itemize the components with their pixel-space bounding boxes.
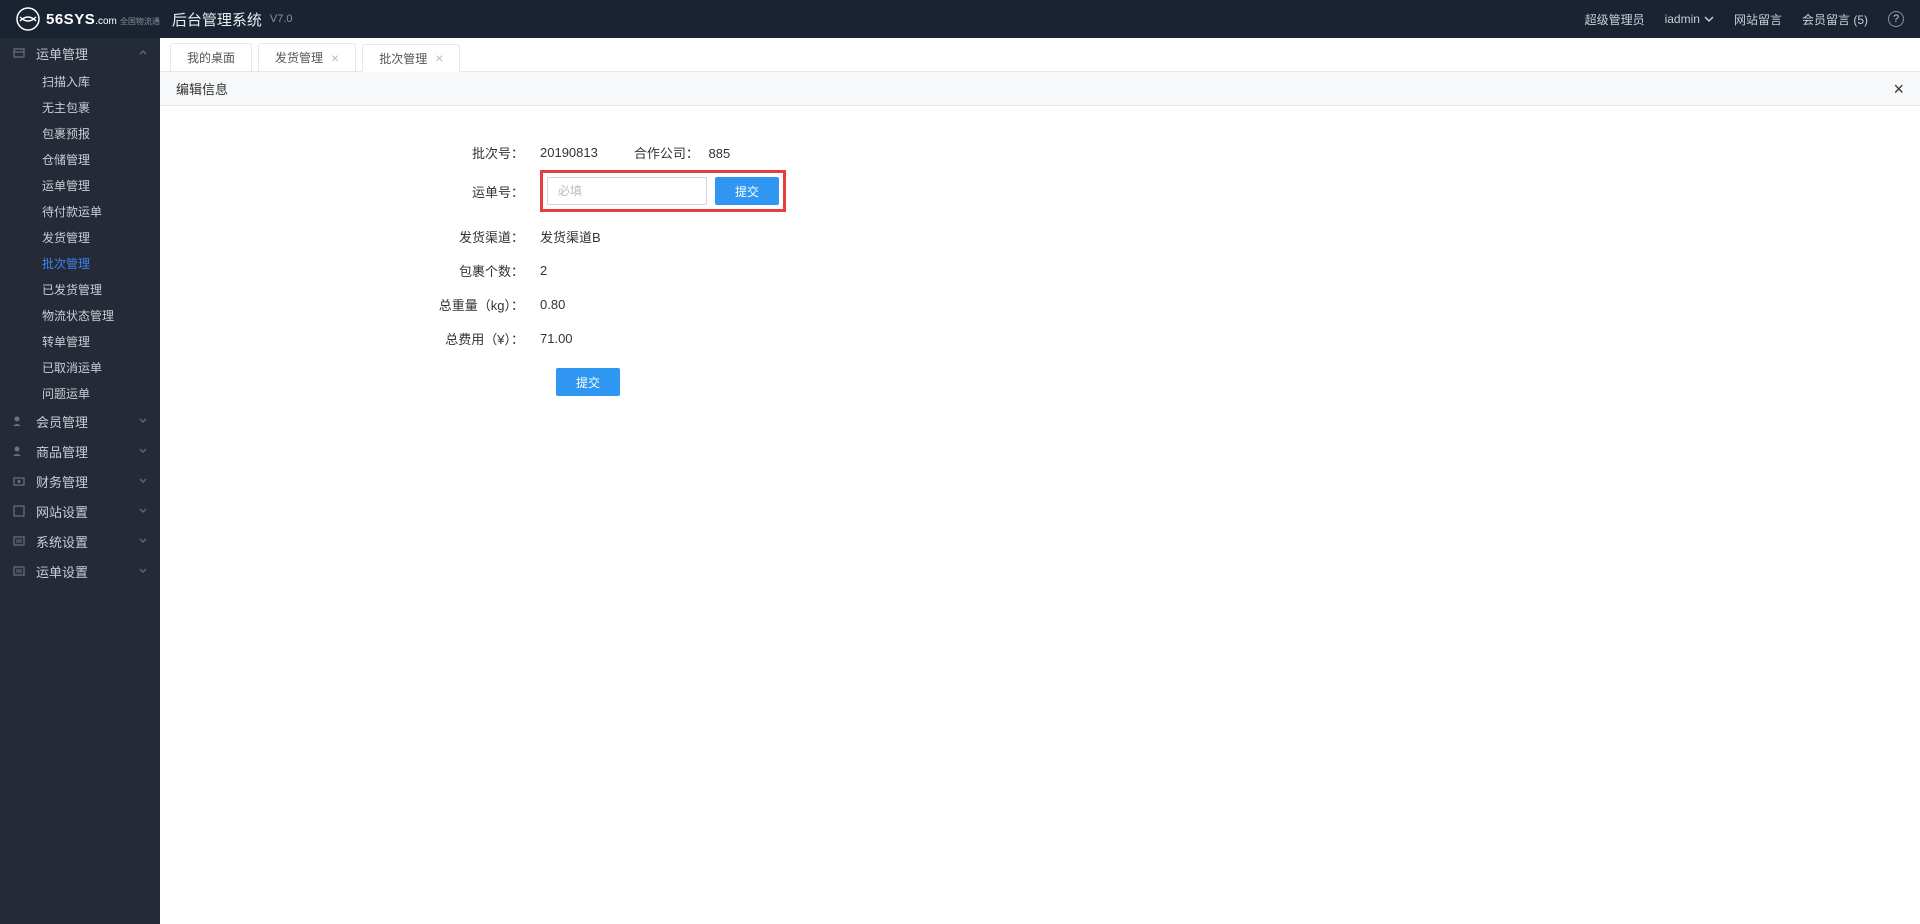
sidebar-item-10[interactable]: 转单管理	[0, 328, 160, 354]
sidebar-item-12[interactable]: 问题运单	[0, 380, 160, 406]
menu-group-4[interactable]: 网站设置	[0, 496, 160, 526]
sidebar-item-7[interactable]: 批次管理	[0, 250, 160, 276]
menu-icon	[12, 534, 26, 548]
submit-button[interactable]: 提交	[556, 368, 620, 396]
tab-label: 批次管理	[379, 50, 427, 67]
chevron-down-icon	[138, 506, 148, 516]
sidebar-item-4[interactable]: 运单管理	[0, 172, 160, 198]
channel-value: 发货渠道B	[540, 227, 1880, 246]
chevron-down-icon	[1704, 14, 1714, 24]
system-title: 后台管理系统	[172, 9, 262, 30]
sidebar-item-8[interactable]: 已发货管理	[0, 276, 160, 302]
menu-icon	[12, 414, 26, 428]
partner-label: 合作公司：	[634, 146, 699, 161]
pkg-count-value: 2	[540, 263, 1880, 278]
tabs: 我的桌面 发货管理 × 批次管理 ×	[160, 38, 1920, 72]
main: 我的桌面 发货管理 × 批次管理 × 编辑信息 × 批次号： 20190813 合作公司…	[160, 38, 1920, 924]
batch-no-label: 批次号：	[200, 143, 540, 162]
menu-group-6[interactable]: 运单设置	[0, 556, 160, 586]
waybill-submit-button[interactable]: 提交	[715, 177, 779, 205]
close-icon[interactable]: ×	[435, 51, 443, 65]
chevron-up-icon	[138, 48, 148, 58]
waybill-label: 运单号：	[200, 182, 540, 201]
channel-label: 发货渠道：	[200, 227, 540, 246]
form-content: 批次号： 20190813 合作公司： 885 运单号：	[160, 106, 1920, 924]
sidebar-item-2[interactable]: 包裹预报	[0, 120, 160, 146]
header-user[interactable]: iadmin	[1665, 12, 1714, 26]
sidebar-item-5[interactable]: 待付款运单	[0, 198, 160, 224]
weight-label: 总重量（kg）：	[200, 295, 540, 314]
close-icon[interactable]: ×	[331, 51, 339, 65]
version: V7.0	[270, 13, 293, 25]
waybill-input[interactable]	[547, 177, 707, 205]
menu-icon	[12, 564, 26, 578]
menu-icon	[12, 46, 26, 60]
header-site-msg[interactable]: 网站留言	[1734, 11, 1782, 28]
sidebar-item-3[interactable]: 仓储管理	[0, 146, 160, 172]
batch-no-value: 20190813	[540, 145, 598, 160]
menu-group-label: 系统设置	[36, 532, 138, 551]
chevron-down-icon	[138, 536, 148, 546]
tab-2[interactable]: 批次管理 ×	[362, 44, 460, 72]
tab-label: 发货管理	[275, 49, 323, 66]
menu-group-5[interactable]: 系统设置	[0, 526, 160, 556]
header-member-msg[interactable]: 会员留言 (5)	[1802, 11, 1868, 28]
menu-group-3[interactable]: 财务管理	[0, 466, 160, 496]
menu-group-0[interactable]: 运单管理	[0, 38, 160, 68]
chevron-down-icon	[138, 416, 148, 426]
logo-icon	[16, 7, 40, 31]
pkg-count-label: 包裹个数：	[200, 261, 540, 280]
panel-header: 编辑信息 ×	[160, 72, 1920, 106]
menu-icon	[12, 444, 26, 458]
menu-group-label: 运单设置	[36, 562, 138, 581]
tab-1[interactable]: 发货管理 ×	[258, 43, 356, 71]
waybill-highlight: 提交	[540, 170, 786, 212]
menu-group-label: 商品管理	[36, 442, 138, 461]
tab-0[interactable]: 我的桌面	[170, 43, 252, 71]
help-icon[interactable]: ?	[1888, 11, 1904, 27]
menu-icon	[12, 504, 26, 518]
header-role: 超级管理员	[1585, 11, 1645, 28]
sidebar-item-6[interactable]: 发货管理	[0, 224, 160, 250]
sidebar-item-0[interactable]: 扫描入库	[0, 68, 160, 94]
chevron-down-icon	[138, 476, 148, 486]
panel-title: 编辑信息	[176, 79, 228, 98]
chevron-down-icon	[138, 566, 148, 576]
logo-text: 56SYS	[46, 11, 95, 28]
sidebar-item-11[interactable]: 已取消运单	[0, 354, 160, 380]
fee-label: 总费用（¥）：	[200, 329, 540, 348]
menu-group-label: 网站设置	[36, 502, 138, 521]
menu-group-2[interactable]: 商品管理	[0, 436, 160, 466]
fee-value: 71.00	[540, 331, 1880, 346]
menu-group-label: 财务管理	[36, 472, 138, 491]
chevron-down-icon	[138, 446, 148, 456]
tab-label: 我的桌面	[187, 49, 235, 66]
weight-value: 0.80	[540, 297, 1880, 312]
menu-group-1[interactable]: 会员管理	[0, 406, 160, 436]
sidebar-item-9[interactable]: 物流状态管理	[0, 302, 160, 328]
app-header: 56SYS.com 全国物流通 后台管理系统 V7.0 超级管理员 iadmin…	[0, 0, 1920, 38]
sidebar: 运单管理扫描入库无主包裹包裹预报仓储管理运单管理待付款运单发货管理批次管理已发货…	[0, 38, 160, 924]
close-icon[interactable]: ×	[1893, 80, 1904, 98]
partner-value: 885	[708, 146, 730, 161]
menu-icon	[12, 474, 26, 488]
menu-group-label: 运单管理	[36, 44, 138, 63]
logo[interactable]: 56SYS.com 全国物流通	[16, 7, 160, 31]
menu-group-label: 会员管理	[36, 412, 138, 431]
sidebar-item-1[interactable]: 无主包裹	[0, 94, 160, 120]
